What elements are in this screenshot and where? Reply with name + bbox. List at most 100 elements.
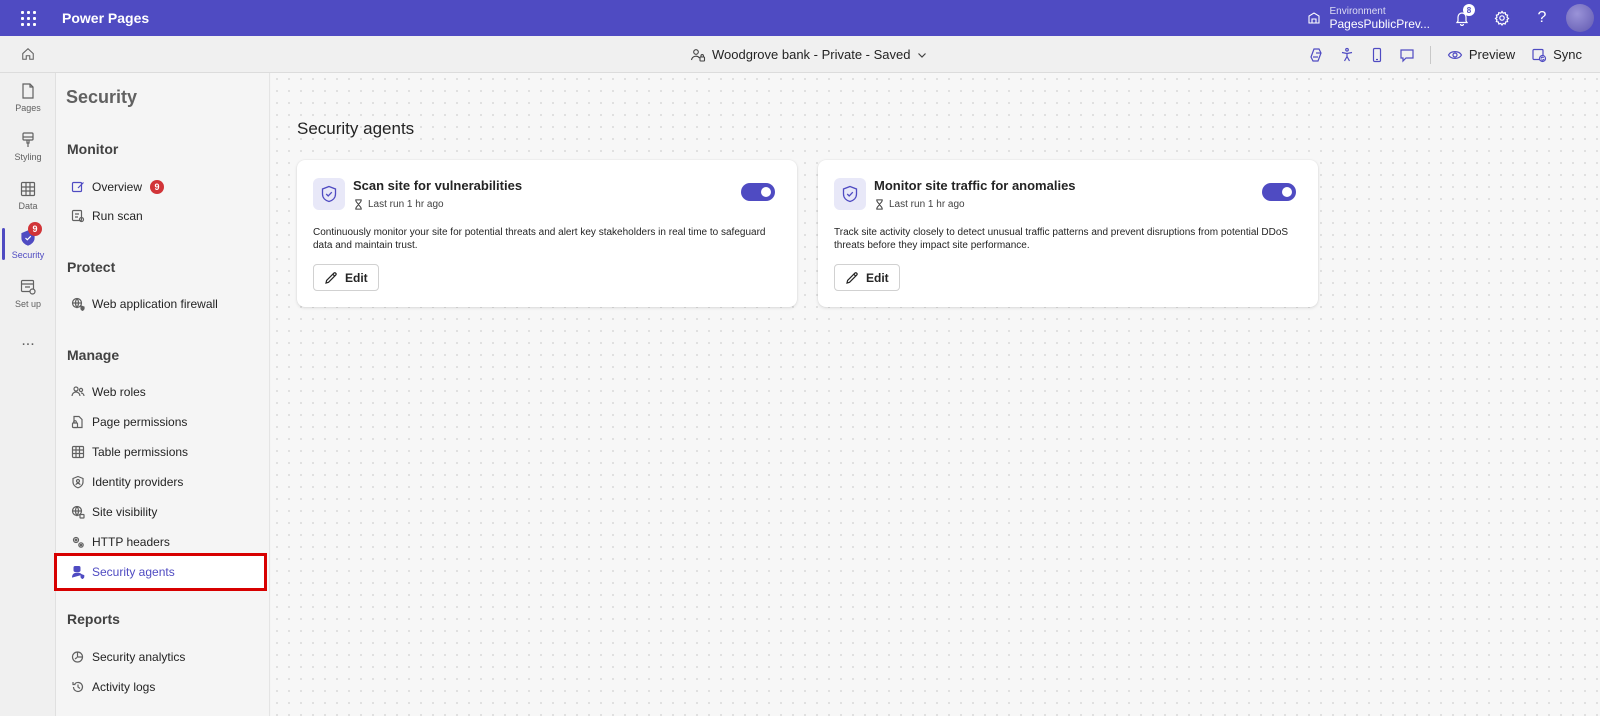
agent-card-scan: Scan site for vulnerabilities Last run 1…: [297, 160, 797, 307]
page-lock-icon: [71, 415, 83, 429]
pencil-icon: [325, 271, 337, 284]
copilot-icon: [1310, 47, 1322, 62]
nav-item-security-analytics[interactable]: Security analytics: [66, 643, 262, 671]
agent-enabled-toggle[interactable]: [1262, 183, 1296, 201]
nav-item-web-roles[interactable]: Web roles: [66, 378, 262, 406]
nav-item-label: Table permissions: [92, 445, 189, 459]
rail-item-styling[interactable]: Styling: [0, 122, 56, 170]
edit-label: Edit: [345, 270, 368, 285]
nav-item-label: Run scan: [92, 209, 143, 223]
notification-count-badge: 8: [1463, 4, 1475, 16]
edit-button[interactable]: Edit: [313, 264, 379, 291]
rail-item-pages[interactable]: Pages: [0, 73, 56, 121]
globe-shield-icon: [71, 297, 85, 311]
rail-item-label: Styling: [14, 151, 42, 162]
overview-alert-badge: 9: [150, 180, 165, 194]
help-button[interactable]: ?: [1522, 0, 1562, 36]
nav-item-site-visibility[interactable]: Site visibility: [66, 498, 262, 526]
overview-icon: [71, 181, 84, 193]
subnav-title: Security: [66, 87, 138, 107]
environment-name: PagesPublicPrev...: [1329, 17, 1431, 31]
nav-item-label: Security analytics: [92, 650, 186, 664]
rail-item-setup[interactable]: Set up: [0, 269, 56, 317]
waffle-icon: [20, 10, 36, 26]
nav-item-overview[interactable]: Overview 9: [66, 173, 262, 201]
environment-icon: [1307, 12, 1320, 24]
page-title: Security agents: [297, 119, 415, 138]
security-subnav: Security Monitor Overview 9 Run scan Pro…: [54, 73, 270, 716]
phone-icon: [1372, 47, 1381, 62]
home-button[interactable]: [0, 36, 56, 73]
sync-label: Sync: [1553, 47, 1582, 62]
hourglass-icon: [355, 199, 362, 210]
nav-item-identity-providers[interactable]: Identity providers: [66, 468, 262, 496]
people-lock-icon: [690, 48, 706, 62]
scan-icon: [71, 209, 85, 223]
nav-item-table-permissions[interactable]: Table permissions: [66, 438, 262, 466]
card-last-run: Last run 1 hr ago: [353, 199, 444, 210]
card-last-run: Last run 1 hr ago: [874, 199, 965, 210]
edit-label: Edit: [866, 270, 889, 285]
notifications-button[interactable]: 8: [1442, 0, 1482, 36]
left-rail: Pages Styling Data 9 Security Set up ...: [0, 73, 56, 716]
people-icon: [71, 386, 85, 397]
section-reports: Reports: [67, 611, 120, 627]
accessibility-icon: [1341, 47, 1352, 61]
nav-item-waf[interactable]: Web application firewall: [66, 290, 262, 318]
shield-person-icon: [72, 475, 84, 489]
gears-icon: [72, 536, 84, 548]
accessibility-button[interactable]: [1332, 36, 1362, 73]
security-alert-badge: 9: [28, 222, 42, 236]
site-name: Woodgrove bank - Private - Saved: [712, 47, 911, 62]
agent-icon: [72, 566, 85, 579]
app-title[interactable]: Power Pages: [62, 10, 149, 26]
sync-button[interactable]: Sync: [1523, 36, 1590, 73]
preview-button[interactable]: Preview: [1439, 36, 1523, 73]
chevron-down-icon: [918, 52, 927, 58]
brush-icon: [22, 131, 34, 147]
agent-card-traffic: Monitor site traffic for anomalies Last …: [818, 160, 1318, 307]
card-title: Monitor site traffic for anomalies: [874, 178, 1076, 193]
comments-button[interactable]: [1392, 36, 1422, 73]
card-description: Continuously monitor your site for poten…: [313, 227, 766, 251]
settings-button[interactable]: [1482, 0, 1522, 36]
section-monitor: Monitor: [67, 141, 119, 157]
nav-item-label: Page permissions: [92, 415, 188, 429]
nav-item-security-agents[interactable]: Security agents: [54, 553, 267, 591]
environment-label: Environment: [1329, 6, 1386, 17]
nav-item-page-permissions[interactable]: Page permissions: [66, 408, 262, 436]
more-icon: ...: [21, 332, 35, 349]
nav-item-http-headers[interactable]: HTTP headers: [66, 528, 262, 556]
rail-item-security[interactable]: 9 Security: [0, 220, 56, 268]
page-icon: [22, 82, 34, 99]
table-lock-icon: [71, 445, 85, 459]
nav-item-label: HTTP headers: [92, 535, 170, 549]
environment-picker[interactable]: Environment PagesPublicPrev...: [1306, 6, 1431, 31]
nav-item-label: Web application firewall: [92, 297, 218, 311]
site-selector[interactable]: Woodgrove bank - Private - Saved: [690, 36, 928, 73]
eye-icon: [1447, 50, 1463, 59]
edit-button[interactable]: Edit: [834, 264, 900, 291]
help-icon: ?: [1537, 9, 1547, 26]
last-run-text: Last run 1 hr ago: [889, 199, 965, 210]
agent-enabled-toggle[interactable]: [741, 183, 775, 201]
shield-check-icon: [321, 185, 337, 203]
main-content: Security agents Scan site for vulnerabil…: [271, 73, 1600, 716]
globe-lock-icon: [71, 505, 85, 519]
rail-item-label: Set up: [14, 298, 42, 309]
copilot-button[interactable]: [1302, 36, 1332, 73]
last-run-text: Last run 1 hr ago: [368, 199, 444, 210]
nav-item-run-scan[interactable]: Run scan: [66, 202, 262, 230]
device-button[interactable]: [1362, 36, 1392, 73]
app-launcher-button[interactable]: [0, 0, 56, 36]
user-avatar[interactable]: [1566, 4, 1594, 32]
card-title: Scan site for vulnerabilities: [353, 178, 523, 193]
setup-icon: [20, 279, 36, 295]
rail-more-button[interactable]: ...: [0, 317, 56, 365]
card-icon-container: [313, 178, 345, 210]
rail-item-data[interactable]: Data: [0, 171, 56, 219]
preview-label: Preview: [1468, 47, 1516, 62]
card-description: Track site activity closely to detect un…: [834, 227, 1289, 251]
nav-item-activity-logs[interactable]: Activity logs: [66, 673, 262, 701]
gear-icon: [1494, 10, 1510, 26]
